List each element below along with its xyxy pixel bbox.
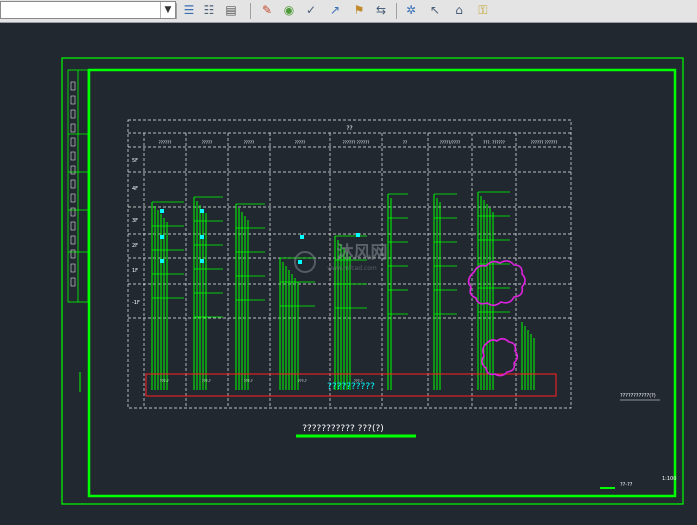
layer-lock-icon[interactable]: ↗ xyxy=(326,2,344,19)
title-strip-mark xyxy=(70,221,76,231)
toolbar-separator xyxy=(176,3,177,19)
riser-tag: ???-? xyxy=(202,379,211,383)
layer-isolate-icon[interactable]: ◉ xyxy=(280,2,298,19)
title-strip-mark xyxy=(70,165,76,175)
layer-list-icon[interactable]: ☷ xyxy=(200,2,218,19)
title-strip-mark xyxy=(70,207,76,217)
cable-tag-marker xyxy=(356,233,360,237)
revision-cloud-upper xyxy=(467,260,526,307)
riser-tag: ???-? xyxy=(160,379,169,383)
column-header: ?? xyxy=(403,140,407,145)
cable-tag-marker xyxy=(200,235,204,239)
light-spot-icon[interactable]: ⌂ xyxy=(450,2,468,19)
title-strip-mark xyxy=(70,151,76,161)
watermark-url: www.mfcad.com xyxy=(327,265,377,272)
riser-tag: ???-? xyxy=(244,379,253,383)
chevron-down-icon[interactable]: ▼ xyxy=(160,2,175,18)
column-header: ?????? ?????? xyxy=(343,140,370,145)
column-header: ????? xyxy=(295,140,306,145)
layer-match-icon[interactable]: ⚑ xyxy=(350,2,368,19)
toolbar-separator xyxy=(250,3,251,19)
drawing-canvas[interactable]: ????????????????????????????? ??????????… xyxy=(0,22,697,521)
title-strip-mark xyxy=(70,179,76,189)
scale-label: 1:100 xyxy=(662,476,676,482)
cable-tag-marker xyxy=(200,209,204,213)
riser-lines xyxy=(151,191,535,390)
layer-states-icon[interactable]: ▤ xyxy=(222,2,240,19)
title-strip-mark xyxy=(70,193,76,203)
floor-label: 5F xyxy=(132,158,138,164)
title-strip-mark xyxy=(70,235,76,245)
cable-tag-marker xyxy=(160,209,164,213)
cable-tag-marker xyxy=(160,235,164,239)
layer-freeze-icon[interactable]: ✓ xyxy=(302,2,320,19)
layer-combo-box[interactable]: ▼ xyxy=(0,1,176,19)
toolbar-separator xyxy=(396,3,397,19)
title-strip-mark xyxy=(70,109,76,119)
column-header: ????? xyxy=(244,140,255,145)
title-strip-mark xyxy=(70,137,76,147)
layer-off-icon[interactable]: ✎ xyxy=(258,2,276,19)
cable-tag-marker xyxy=(298,260,302,264)
floor-label: 1F xyxy=(132,268,138,274)
column-header: ????? xyxy=(202,140,213,145)
left-strip-text xyxy=(70,81,76,287)
cable-tag-marker xyxy=(200,259,204,263)
title-strip-mark xyxy=(70,81,76,91)
title-strip-mark xyxy=(70,95,76,105)
floor-label: 4F xyxy=(132,186,138,192)
cable-tag-marker xyxy=(160,259,164,263)
layer-stack-icon[interactable]: ☰ xyxy=(180,2,198,19)
column-header: ?????? xyxy=(159,140,172,145)
toolbar: ▼ ☰ ☷ ▤ ✎ ◉ ✓ ↗ ⚑ ⇆ ✲ ↖ ⌂ ⚿ xyxy=(0,0,697,23)
light-point-icon[interactable]: ↖ xyxy=(426,2,444,19)
section-header: ?? xyxy=(346,125,352,132)
cable-tag-marker xyxy=(300,235,304,239)
title-strip-mark xyxy=(70,123,76,133)
riser-tag: ???-? xyxy=(298,379,307,383)
column-header: ?????/???? xyxy=(440,140,460,145)
floor-label: 2F xyxy=(132,243,138,249)
title-strip-mark xyxy=(70,249,76,259)
floor-label: -1F xyxy=(132,300,140,306)
sheet-code: ??-?? xyxy=(620,482,633,488)
title-strip-mark xyxy=(70,277,76,287)
column-header: ???. ?????? xyxy=(483,140,505,145)
floor-label: 3F xyxy=(132,218,138,224)
source-box-label: ?????????? xyxy=(327,382,375,392)
sun-settings-icon[interactable]: ✲ xyxy=(402,2,420,19)
column-header: ?????? ?????? xyxy=(531,140,558,145)
watermark-text: 沐风网 xyxy=(337,243,388,263)
drawing-note: ???????????(?) xyxy=(620,393,656,399)
drawing-title: ??????????? ???(?) xyxy=(302,424,384,434)
layer-walk-icon[interactable]: ⇆ xyxy=(372,2,390,19)
render-lock-icon[interactable]: ⚿ xyxy=(474,2,492,19)
title-strip-mark xyxy=(70,263,76,273)
